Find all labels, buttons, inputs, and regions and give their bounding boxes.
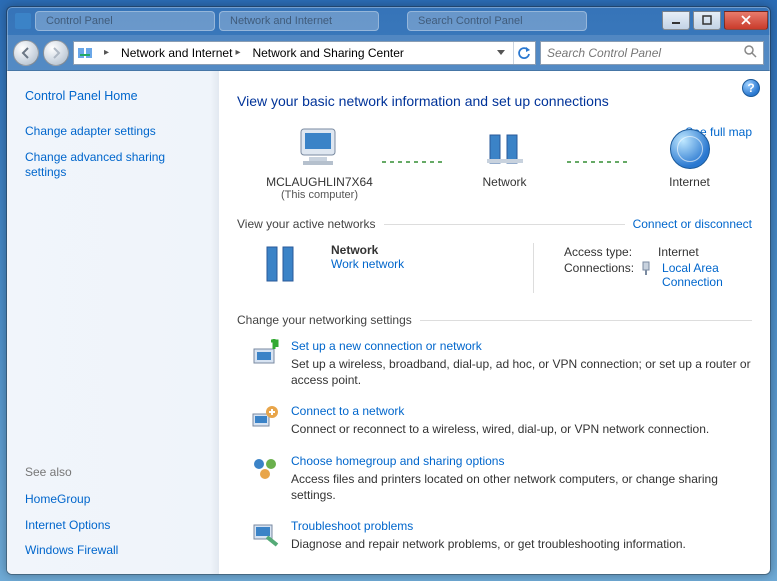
sidebar-task-advanced[interactable]: Change advanced sharing settings	[25, 150, 165, 180]
main-panel: ? View your basic network information an…	[219, 71, 770, 574]
network-type-link[interactable]: Work network	[331, 257, 404, 271]
task-homegroup[interactable]: Choose homegroup and sharing options Acce…	[251, 454, 752, 503]
search-icon	[743, 44, 757, 61]
maximize-button[interactable]	[693, 11, 721, 30]
network-properties: Access type: Internet Connections: Local …	[564, 243, 752, 291]
network-icon	[485, 129, 525, 169]
nic-icon	[640, 261, 652, 289]
titlebar[interactable]: Control Panel Network and Internet Searc…	[7, 7, 770, 35]
back-button[interactable]	[13, 40, 39, 66]
window-controls	[662, 11, 768, 30]
task-troubleshoot[interactable]: Troubleshoot problems Diagnose and repair…	[251, 519, 752, 552]
sidebar: Control Panel Home Change adapter settin…	[7, 71, 219, 574]
task-title[interactable]: Connect to a network	[291, 404, 404, 418]
sidebar-task-adapter[interactable]: Change adapter settings	[25, 124, 156, 138]
active-network-row: Network Work network Access type: Interne…	[237, 237, 752, 297]
close-button[interactable]	[724, 11, 768, 30]
network-map: MCLAUGHLIN7X64 (This computer) Network	[257, 125, 752, 201]
homegroup-icon	[251, 454, 279, 482]
map-connector-icon	[567, 161, 627, 163]
see-also-firewall[interactable]: Windows Firewall	[25, 543, 118, 557]
titlebar-ghost-tab: Network and Internet	[219, 11, 379, 31]
task-title[interactable]: Set up a new connection or network	[291, 339, 482, 353]
page-title: View your basic network information and …	[237, 93, 752, 109]
task-desc: Connect or reconnect to a wireless, wire…	[291, 421, 709, 437]
map-internet: Internet	[627, 129, 752, 201]
address-dropdown[interactable]	[491, 42, 511, 64]
breadcrumb-seg[interactable]: Network and Internet▸	[116, 42, 245, 64]
connect-network-icon	[251, 404, 279, 432]
task-list: Set up a new connection or network Set up…	[237, 339, 752, 552]
titlebar-ghost-search: Search Control Panel	[407, 11, 587, 31]
toolbar: ▸ Network and Internet▸ Network and Shar…	[7, 35, 770, 71]
access-type-label: Access type:	[564, 245, 652, 259]
change-settings-heading: Change your networking settings	[237, 313, 412, 327]
window-icon	[15, 13, 31, 29]
network-category-icon	[261, 243, 301, 290]
address-bar[interactable]: ▸ Network and Internet▸ Network and Shar…	[73, 41, 536, 65]
network-name: Network	[331, 243, 519, 257]
task-title[interactable]: Troubleshoot problems	[291, 519, 413, 533]
control-panel-home-link[interactable]: Control Panel Home	[25, 89, 138, 103]
search-placeholder: Search Control Panel	[547, 46, 661, 60]
task-desc: Access files and printers located on oth…	[291, 471, 752, 503]
window-frame: Control Panel Network and Internet Searc…	[6, 6, 771, 575]
titlebar-ghost-tab: Control Panel	[35, 11, 215, 31]
troubleshoot-icon	[251, 519, 279, 547]
task-desc: Set up a wireless, broadband, dial-up, a…	[291, 356, 752, 388]
address-icon	[76, 45, 94, 61]
connect-disconnect-link[interactable]: Connect or disconnect	[633, 217, 752, 231]
computer-icon	[295, 125, 345, 169]
search-input[interactable]: Search Control Panel	[540, 41, 764, 65]
task-setup-connection[interactable]: Set up a new connection or network Set up…	[251, 339, 752, 388]
access-type-value: Internet	[658, 245, 699, 259]
connections-label: Connections:	[564, 261, 634, 289]
map-connector-icon	[382, 161, 442, 163]
see-also-homegroup[interactable]: HomeGroup	[25, 492, 90, 506]
breadcrumb-seg[interactable]: Network and Sharing Center	[247, 42, 408, 64]
setup-connection-icon	[251, 339, 279, 367]
task-title[interactable]: Choose homegroup and sharing options	[291, 454, 504, 468]
task-connect-network[interactable]: Connect to a network Connect or reconnect…	[251, 404, 752, 437]
map-this-computer: MCLAUGHLIN7X64 (This computer)	[257, 125, 382, 201]
forward-button[interactable]	[43, 40, 69, 66]
active-networks-heading: View your active networks	[237, 217, 376, 231]
see-also-internet-options[interactable]: Internet Options	[25, 518, 110, 532]
breadcrumb-root[interactable]: ▸	[96, 42, 114, 64]
content-area: Control Panel Home Change adapter settin…	[7, 71, 770, 574]
refresh-button[interactable]	[513, 42, 533, 64]
globe-icon	[670, 129, 710, 169]
map-network: Network	[442, 129, 567, 201]
titlebar-tabs: Control Panel Network and Internet Searc…	[15, 11, 662, 31]
help-button[interactable]: ?	[742, 79, 760, 97]
task-desc: Diagnose and repair network problems, or…	[291, 536, 686, 552]
minimize-button[interactable]	[662, 11, 690, 30]
see-also-heading: See also	[25, 465, 205, 479]
connection-link[interactable]: Local Area Connection	[662, 261, 752, 289]
